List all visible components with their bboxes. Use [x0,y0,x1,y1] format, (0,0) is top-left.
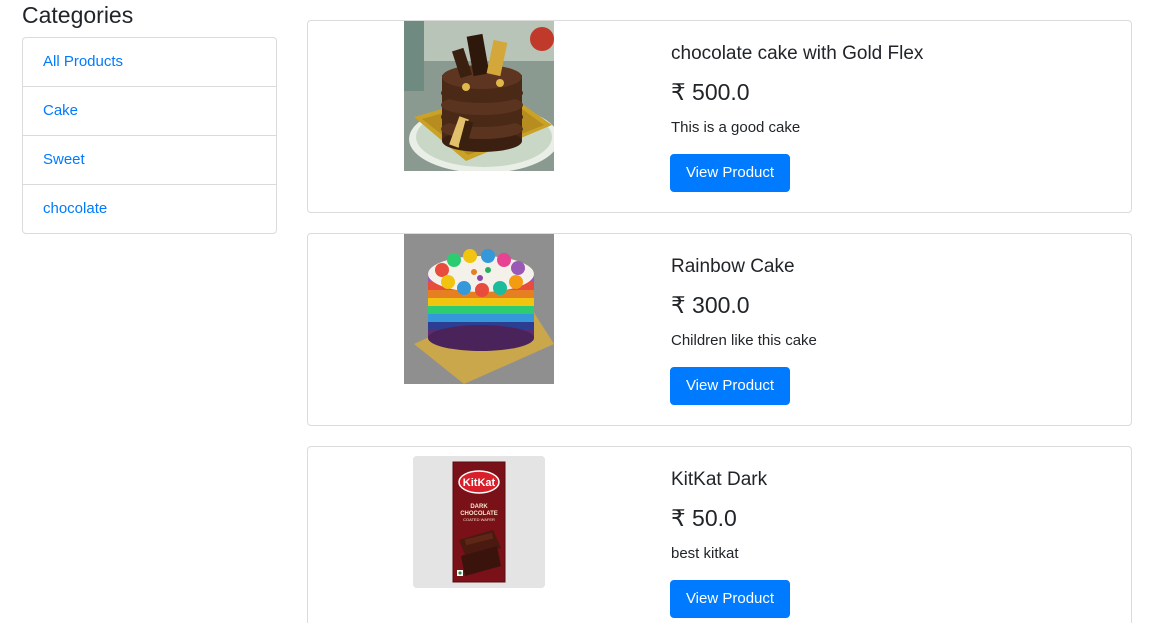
product-price: ₹ 500.0 [671,79,750,105]
kitkat-brand-text: KitKat [463,477,496,489]
chocolate-cake-image [404,21,554,171]
product-name: chocolate cake with Gold Flex [671,43,924,64]
categories-title: Categories [22,2,134,28]
kitkat-dark-text: DARK [470,504,488,510]
category-list: All Products Cake Sweet chocolate [22,37,277,234]
product-name: KitKat Dark [671,469,768,490]
product-description: Children like this cake [671,332,817,349]
category-all-products[interactable]: All Products [22,37,277,87]
category-sweet[interactable]: Sweet [22,135,277,185]
rainbow-cake-image [404,234,554,384]
kitkat-image: KitKat DARK CHOCOLATE COATED WAFER [413,456,545,588]
kitkat-wafer-text: COATED WAFER [463,517,495,522]
product-price: ₹ 300.0 [671,292,750,318]
category-chocolate[interactable]: chocolate [22,184,277,234]
category-cake[interactable]: Cake [22,86,277,136]
view-product-button[interactable]: View Product [670,580,790,618]
view-product-button[interactable]: View Product [670,367,790,405]
product-description: best kitkat [671,545,739,562]
product-card: chocolate cake with Gold Flex ₹ 500.0 Th… [307,20,1132,213]
view-product-button[interactable]: View Product [670,154,790,192]
product-name: Rainbow Cake [671,256,795,277]
product-price: ₹ 50.0 [671,505,737,531]
product-description: This is a good cake [671,119,801,136]
product-card: KitKat DARK CHOCOLATE COATED WAFER KitKa… [307,446,1132,623]
product-card: Rainbow Cake ₹ 300.0 Children like this … [307,233,1132,426]
